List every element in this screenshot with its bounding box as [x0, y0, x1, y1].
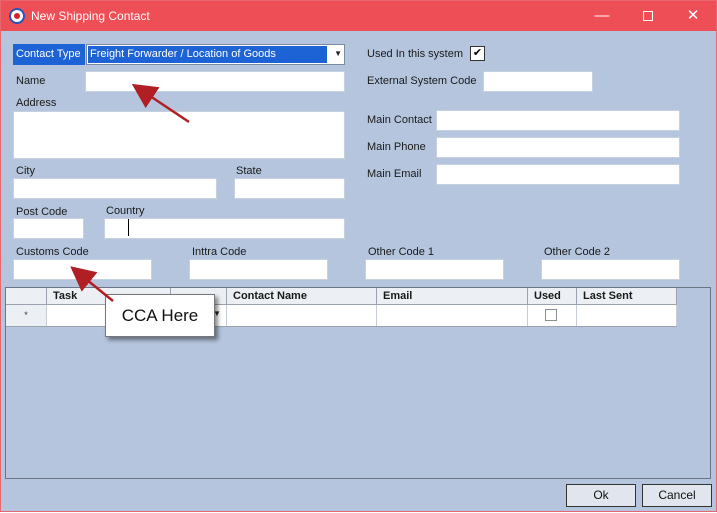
used-checkbox[interactable] — [545, 309, 557, 321]
new-row-marker: * — [6, 305, 47, 326]
cancel-button[interactable]: Cancel — [642, 484, 712, 507]
address-label: Address — [16, 97, 57, 109]
external-code-label: External System Code — [367, 75, 477, 87]
city-label: City — [16, 165, 35, 177]
title-bar: New Shipping Contact — ✕ — [1, 1, 716, 31]
other-code-1-field[interactable] — [365, 259, 504, 280]
post-code-field[interactable] — [13, 218, 84, 239]
contact-type-value: Freight Forwarder / Location of Goods — [88, 46, 327, 63]
used-in-system-label: Used In this system — [367, 48, 463, 60]
main-email-label: Main Email — [367, 168, 422, 180]
last-sent-cell[interactable] — [577, 305, 677, 326]
row-header-corner — [6, 288, 47, 305]
text-cursor — [128, 219, 129, 236]
customs-code-label: Customs Code — [16, 246, 89, 258]
external-code-field[interactable] — [483, 71, 593, 92]
contact-type-select[interactable]: Freight Forwarder / Location of Goods ▼ — [86, 44, 345, 65]
main-email-field[interactable] — [436, 164, 680, 185]
country-label: Country — [106, 205, 145, 217]
main-phone-field[interactable] — [436, 137, 680, 158]
main-contact-field[interactable] — [436, 110, 680, 131]
close-button[interactable]: ✕ — [670, 1, 716, 31]
column-header-used[interactable]: Used — [528, 288, 577, 305]
customs-code-field[interactable] — [13, 259, 152, 280]
country-field[interactable] — [104, 218, 345, 239]
column-header-email[interactable]: Email — [377, 288, 528, 305]
other-code-2-field[interactable] — [541, 259, 680, 280]
annotation-callout: CCA Here — [105, 294, 215, 337]
other-code-2-label: Other Code 2 — [544, 246, 611, 258]
chevron-down-icon[interactable]: ▼ — [334, 49, 342, 58]
app-icon — [9, 8, 25, 24]
name-field[interactable] — [85, 71, 345, 92]
post-code-label: Post Code — [16, 206, 68, 218]
ok-button[interactable]: Ok — [566, 484, 636, 507]
contact-name-cell[interactable] — [227, 305, 377, 326]
email-cell[interactable] — [377, 305, 528, 326]
used-cell[interactable] — [528, 305, 577, 326]
used-in-system-checkbox[interactable]: ✔ — [470, 46, 485, 61]
intra-code-field[interactable] — [189, 259, 328, 280]
address-field[interactable] — [13, 111, 345, 159]
dialog-window: New Shipping Contact — ✕ Contact Type Fr… — [0, 0, 717, 512]
column-header-last-sent[interactable]: Last Sent — [577, 288, 677, 305]
state-label: State — [236, 165, 262, 177]
maximize-icon — [643, 11, 653, 22]
minimize-button[interactable]: — — [579, 1, 625, 31]
column-header-contact-name[interactable]: Contact Name — [227, 288, 377, 305]
city-field[interactable] — [13, 178, 217, 199]
contact-type-label: Contact Type — [13, 44, 85, 65]
main-phone-label: Main Phone — [367, 141, 426, 153]
name-label: Name — [16, 75, 46, 87]
state-field[interactable] — [234, 178, 345, 199]
window-title: New Shipping Contact — [31, 9, 150, 23]
other-code-1-label: Other Code 1 — [368, 246, 435, 258]
maximize-button[interactable] — [625, 1, 671, 31]
main-contact-label: Main Contact — [367, 114, 432, 126]
intra-code-label: Inttra Code — [192, 246, 247, 258]
